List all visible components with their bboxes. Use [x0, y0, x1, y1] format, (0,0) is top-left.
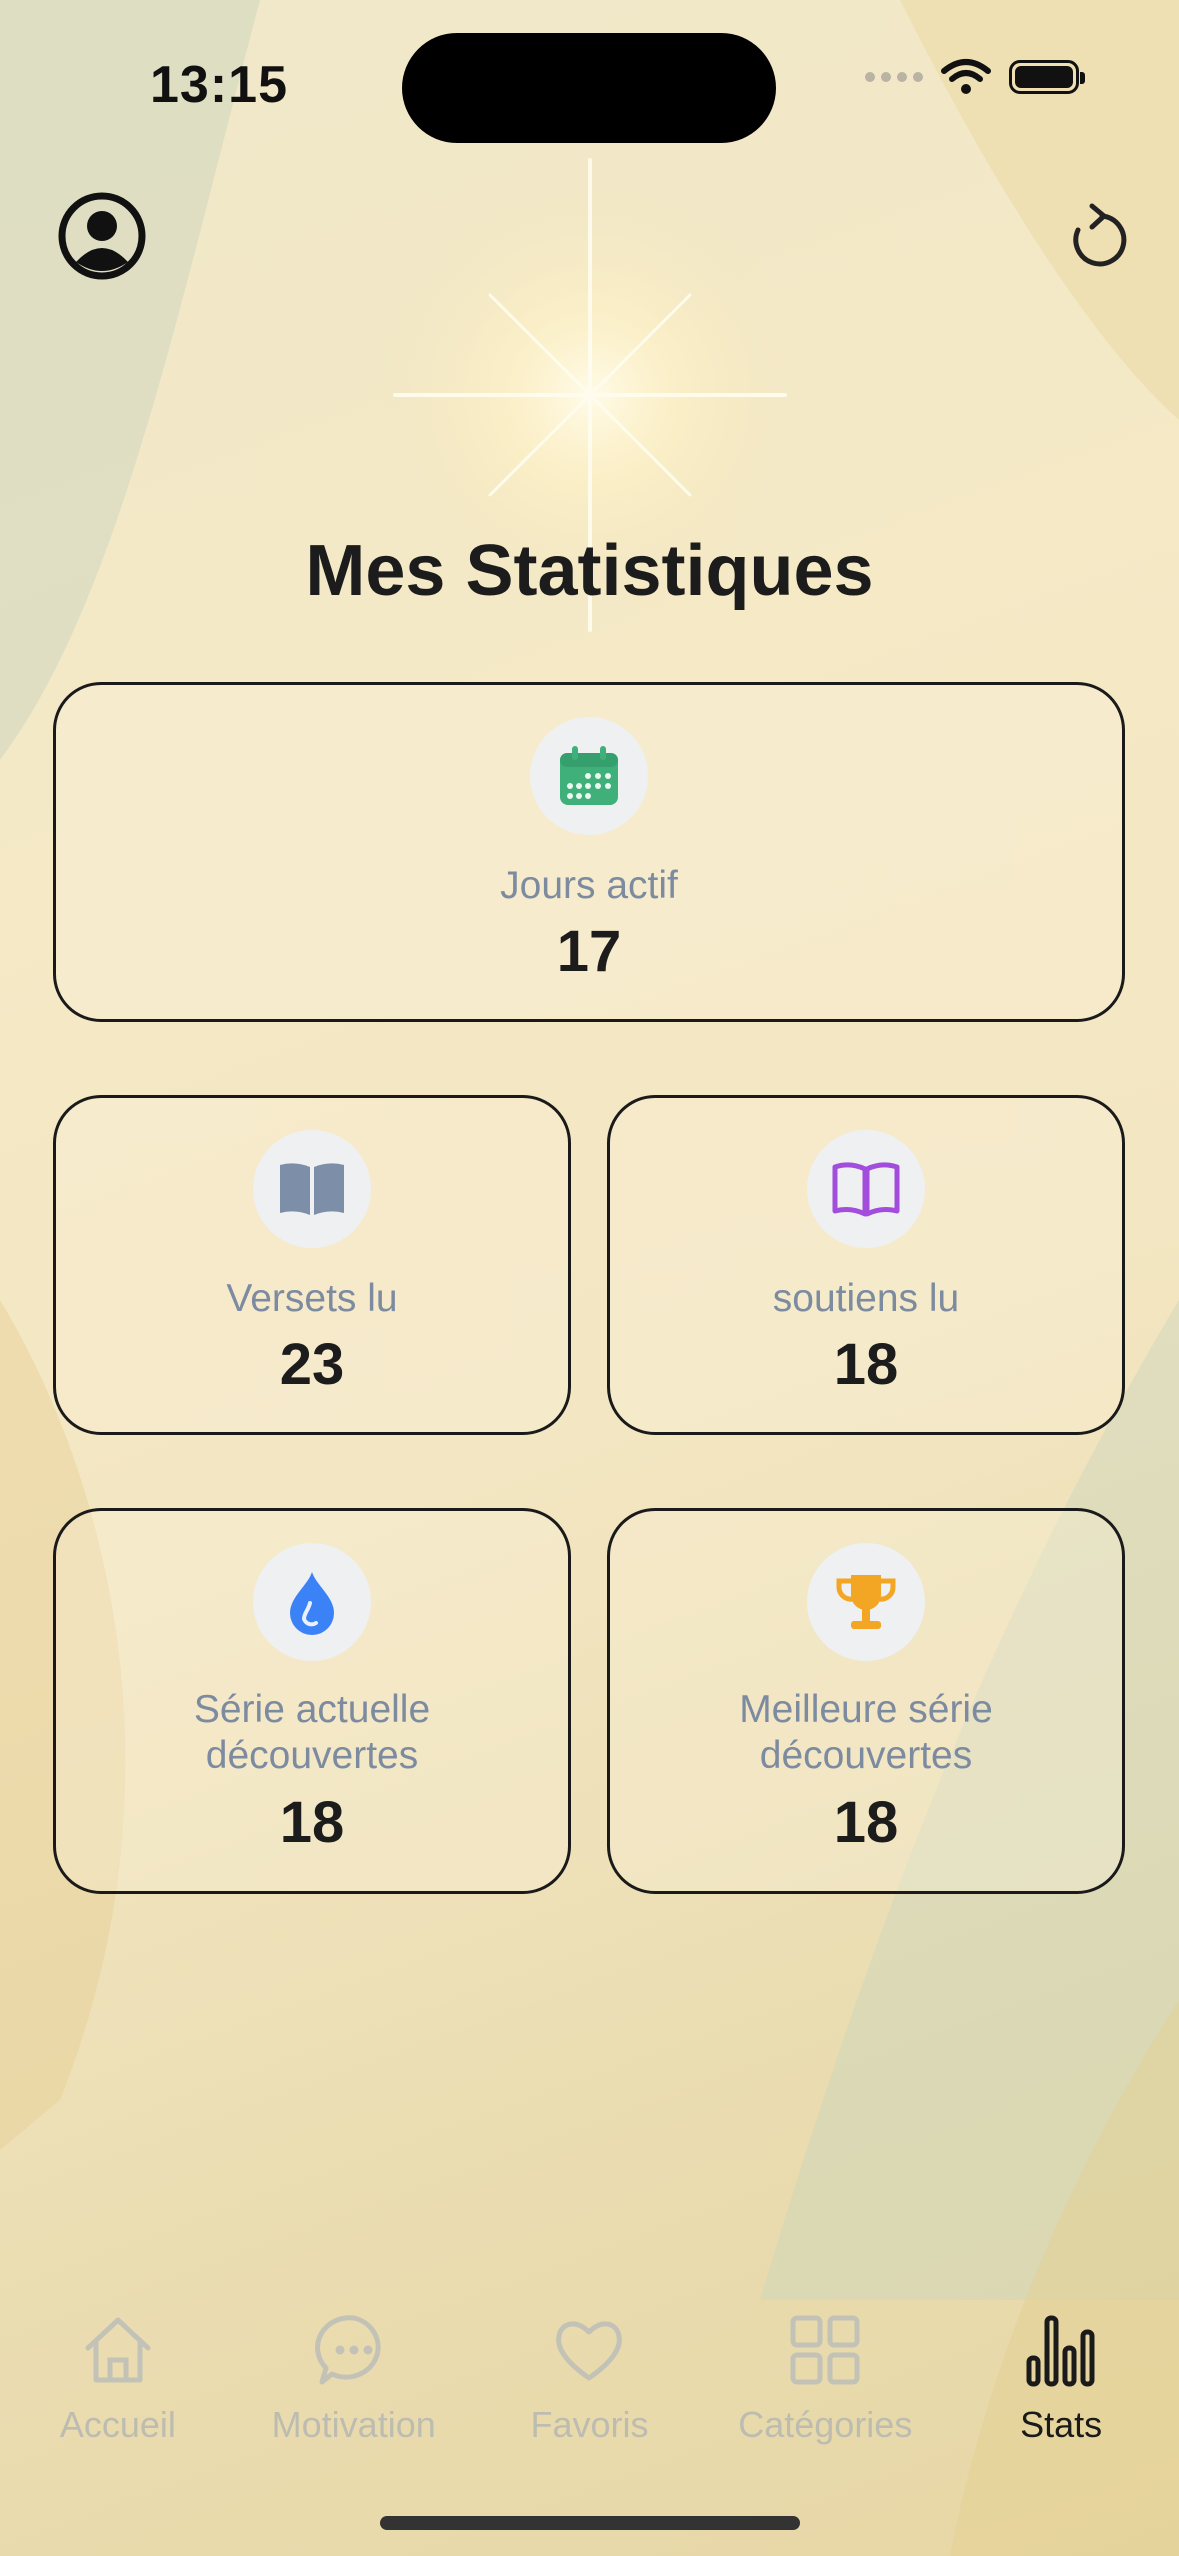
status-icons	[865, 58, 1085, 96]
status-time: 13:15	[150, 56, 288, 114]
current-streak-label-line2: découvertes	[205, 1734, 419, 1777]
tab-accueil[interactable]: Accueil	[0, 2300, 236, 2460]
stat-card-verses-read: Versets lu 23	[53, 1095, 571, 1435]
supports-read-label: soutiens lu	[772, 1277, 960, 1320]
tab-label-stats: Stats	[1020, 2404, 1103, 2445]
best-streak-label: Meilleure série découvertes	[610, 1687, 1122, 1779]
tab-label-accueil: Accueil	[59, 2404, 176, 2445]
active-days-value: 17	[556, 919, 622, 984]
tab-label-motivation: Motivation	[271, 2404, 436, 2445]
open-book-icon-badge	[807, 1130, 925, 1248]
flame-icon	[290, 1572, 334, 1635]
tab-bar: Accueil Motivation Favoris Catégories St…	[0, 2300, 1179, 2460]
tab-favoris[interactable]: Favoris	[472, 2300, 708, 2460]
tab-label-categories: Catégories	[738, 2404, 913, 2445]
best-streak-label-line1: Meilleure série	[739, 1688, 993, 1731]
stat-card-current-streak: Série actuelle découvertes 18	[53, 1508, 571, 1894]
current-streak-value: 18	[279, 1790, 345, 1855]
wifi-icon	[941, 59, 991, 94]
supports-read-value: 18	[833, 1332, 899, 1397]
grid-icon	[790, 2315, 860, 2385]
active-days-label: Jours actif	[500, 864, 678, 907]
current-streak-label-line1: Série actuelle	[193, 1688, 431, 1731]
stat-card-supports-read: soutiens lu 18	[607, 1095, 1125, 1435]
trophy-icon	[836, 1575, 896, 1629]
home-indicator[interactable]	[380, 2516, 800, 2530]
stat-card-active-days: Jours actif 17	[53, 682, 1125, 1022]
refresh-icon[interactable]	[1062, 200, 1128, 272]
verses-read-value: 23	[279, 1332, 345, 1397]
bar-chart-icon	[1026, 2315, 1095, 2387]
stat-card-best-streak: Meilleure série découvertes 18	[607, 1508, 1125, 1894]
current-streak-label: Série actuelle découvertes	[56, 1687, 568, 1779]
book-icon	[280, 1163, 344, 1215]
heart-icon	[556, 2321, 623, 2381]
chat-bubble-icon	[314, 2315, 381, 2385]
best-streak-value: 18	[833, 1790, 899, 1855]
home-icon	[85, 2317, 151, 2383]
tab-stats[interactable]: Stats	[943, 2300, 1179, 2460]
calendar-icon	[560, 746, 618, 805]
calendar-icon-badge	[530, 717, 648, 835]
tab-label-favoris: Favoris	[530, 2404, 649, 2445]
dynamic-island	[402, 33, 776, 143]
tab-motivation[interactable]: Motivation	[236, 2300, 472, 2460]
book-icon-badge	[253, 1130, 371, 1248]
battery-icon	[1009, 60, 1085, 94]
cellular-signal-icon	[865, 72, 923, 82]
trophy-icon-badge	[807, 1543, 925, 1661]
verses-read-label: Versets lu	[226, 1277, 398, 1320]
profile-icon[interactable]	[56, 190, 148, 282]
page-title: Mes Statistiques	[305, 531, 874, 611]
tab-categories[interactable]: Catégories	[707, 2300, 943, 2460]
flame-icon-badge	[253, 1543, 371, 1661]
best-streak-label-line2: découvertes	[759, 1734, 973, 1777]
open-book-icon	[832, 1162, 900, 1217]
